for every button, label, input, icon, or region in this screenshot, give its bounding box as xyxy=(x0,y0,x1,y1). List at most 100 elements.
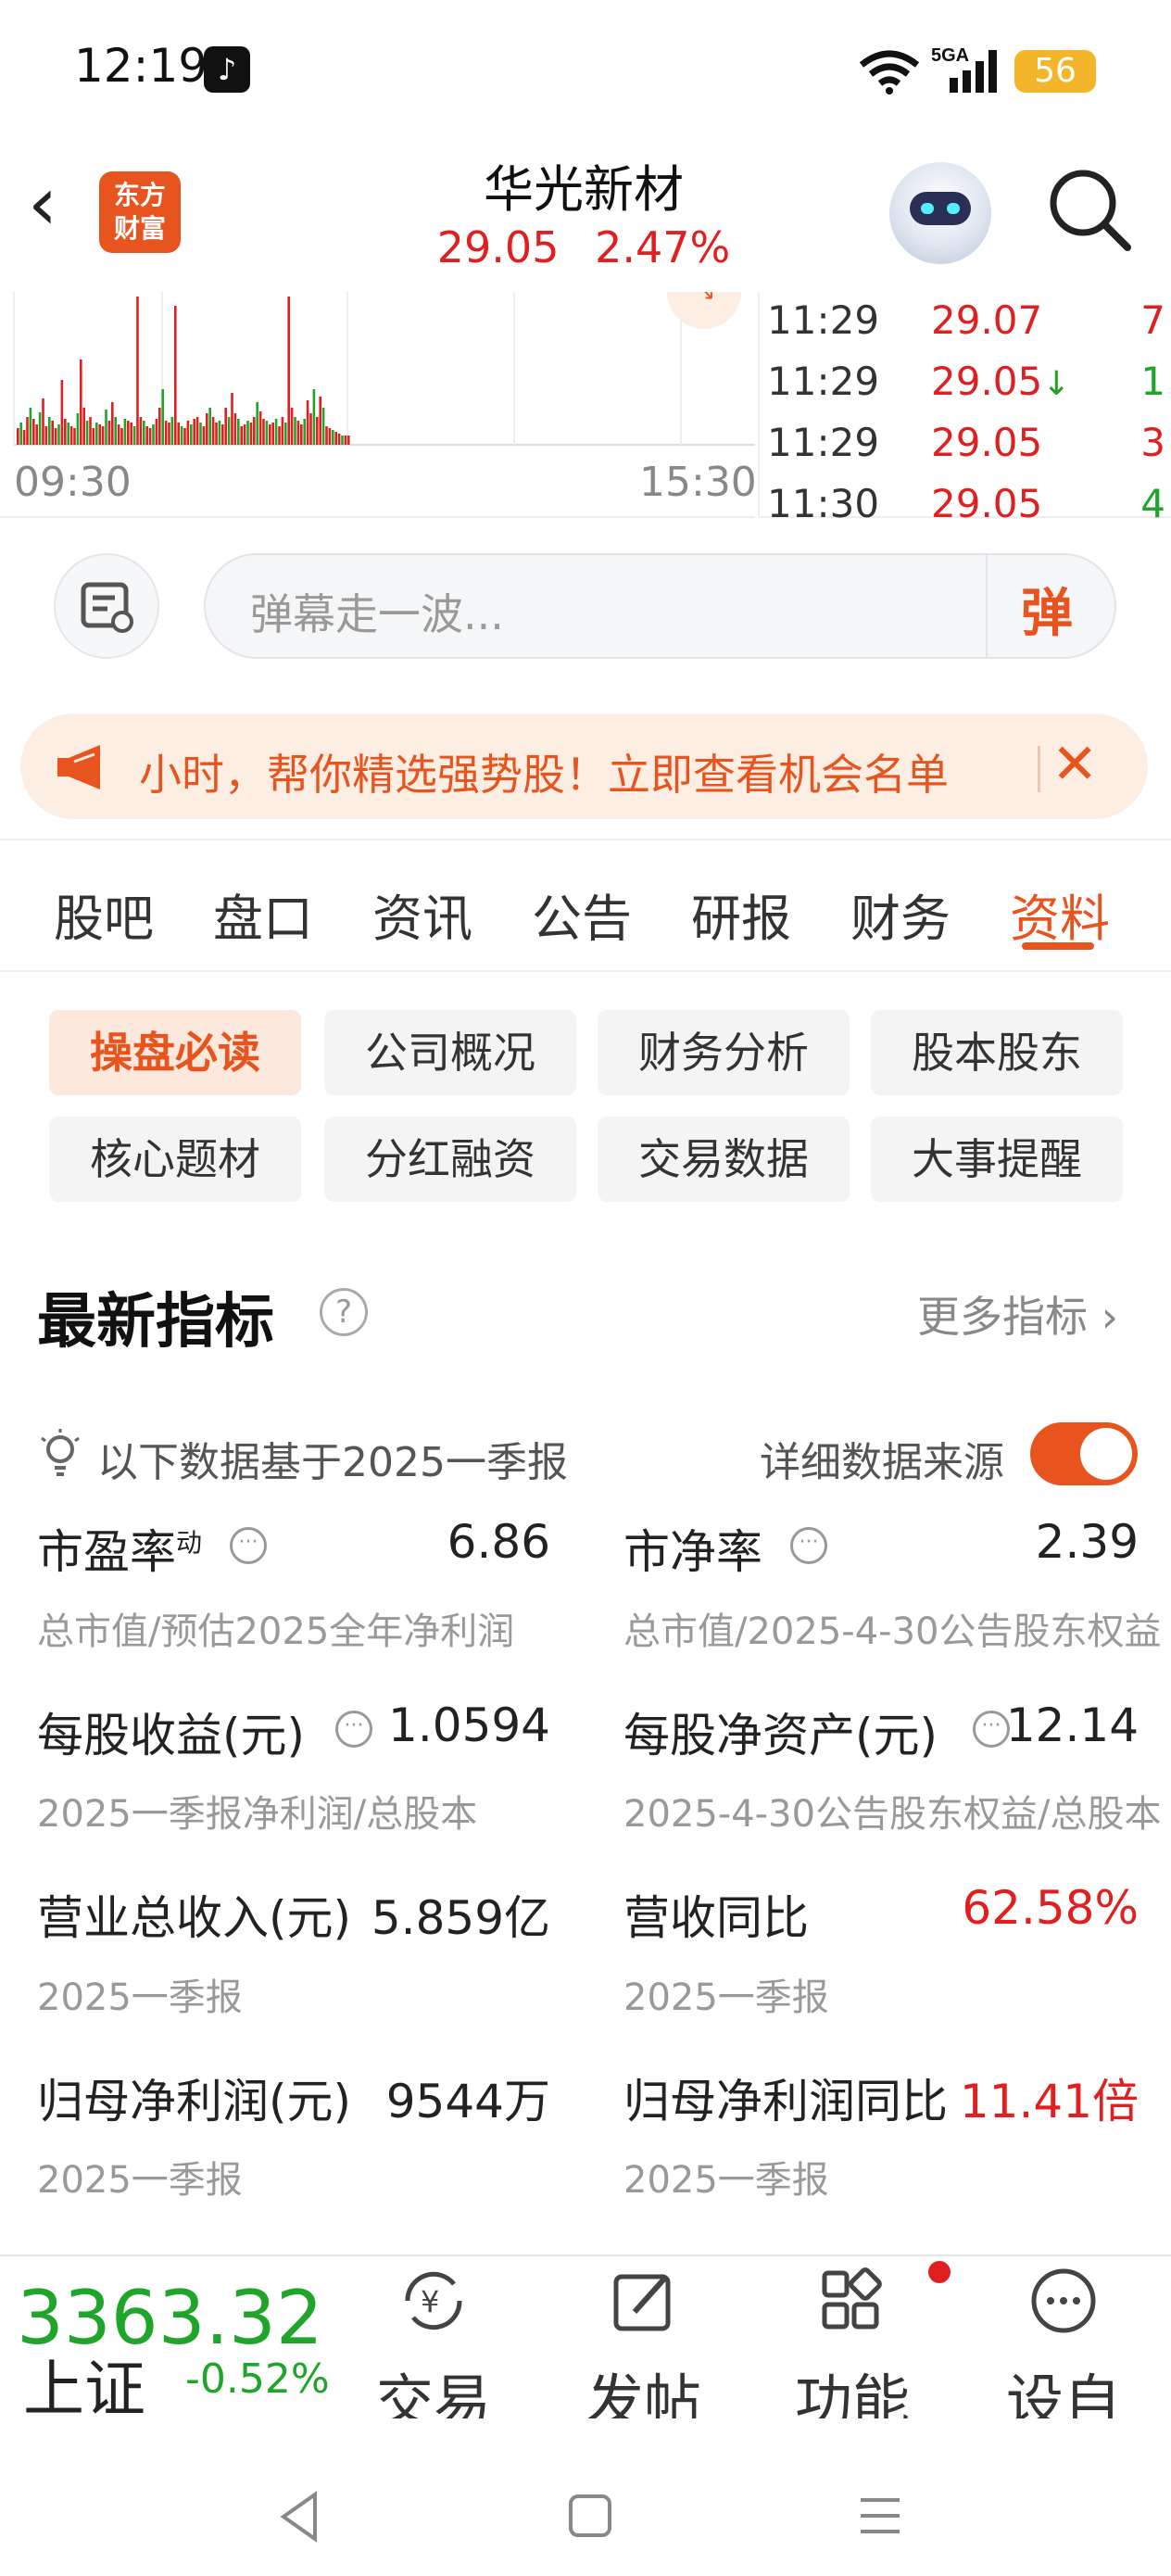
volume-bar xyxy=(89,417,92,445)
indicator-sub: 2025一季报 xyxy=(37,2159,243,2202)
indicator-sub: 总市值/预估2025全年净利润 xyxy=(37,1610,515,1653)
tick-volume: 4 xyxy=(1140,481,1165,526)
volume-bar xyxy=(51,421,54,445)
volume-bar xyxy=(249,423,253,445)
volume-bar xyxy=(101,426,105,445)
subtab-core-themes[interactable]: 核心题材 xyxy=(49,1117,301,1202)
tab-news[interactable]: 资讯 xyxy=(372,878,472,951)
indicator-sub: 2025一季报 xyxy=(623,1976,829,2019)
volume-bar xyxy=(161,389,164,445)
tick-time: 11:30 xyxy=(767,481,880,526)
volume-bar xyxy=(48,417,51,445)
more-dots-icon[interactable]: ··· xyxy=(790,1527,827,1564)
subtab-shareholders[interactable]: 股本股东 xyxy=(871,1010,1123,1095)
subtab-must-read[interactable]: 操盘必读 xyxy=(49,1010,301,1095)
volume-bar xyxy=(221,424,224,445)
volume-bar xyxy=(22,430,26,445)
tab-research[interactable]: 研报 xyxy=(691,878,791,951)
close-icon[interactable]: ✕ xyxy=(1051,732,1098,797)
volume-bar xyxy=(19,423,22,445)
stock-price: 29.05 xyxy=(436,222,560,272)
volume-bar xyxy=(67,423,69,445)
indicator-sub: 2025-4-30公告股东权益/总股本 xyxy=(623,1793,1162,1836)
volume-bar xyxy=(82,408,85,445)
tick-volume: 3 xyxy=(1140,420,1165,465)
volume-bar xyxy=(114,417,117,445)
indicator-label: 归母净利润(元) xyxy=(37,2075,352,2128)
more-indicators-link[interactable]: 更多指标 › xyxy=(917,1283,1118,1345)
index-name[interactable]: 上证 xyxy=(23,2340,145,2429)
tab-guba[interactable]: 股吧 xyxy=(54,878,154,951)
volume-bar xyxy=(334,432,337,445)
tick-time: 11:29 xyxy=(767,420,880,465)
system-back-icon[interactable] xyxy=(278,2491,321,2543)
volume-bar xyxy=(211,417,215,445)
nav-functions[interactable]: 功能 xyxy=(783,2264,922,2438)
volume-bar xyxy=(54,428,57,445)
volume-bar xyxy=(269,424,271,445)
indicator-value: 9544万 xyxy=(385,2075,550,2128)
back-icon[interactable]: ‹ xyxy=(28,167,83,246)
subtab-financial-analysis[interactable]: 财务分析 xyxy=(598,1010,850,1095)
megaphone-icon xyxy=(57,745,100,789)
index-change: -0.52% xyxy=(185,2355,330,2403)
system-menu-icon[interactable] xyxy=(857,2493,903,2539)
tick-price: 29.05↓ xyxy=(931,359,1071,404)
more-dots-icon[interactable]: ··· xyxy=(973,1711,1010,1748)
volume-bar xyxy=(294,417,296,445)
indicator-sub: 总市值/2025-4-30公告股东权益 xyxy=(623,1610,1162,1653)
edit-icon xyxy=(613,2274,671,2331)
volume-bar xyxy=(309,413,312,445)
volume-bar xyxy=(300,424,303,445)
tick-time: 11:29 xyxy=(767,359,880,404)
search-icon[interactable] xyxy=(1042,162,1135,255)
section-title: 最新指标 xyxy=(37,1288,274,1357)
trade-ticks-list[interactable]: 11:29 29.07 7 11:29 29.05↓ 1 11:29 29.05 3 11:30 2… xyxy=(758,292,1171,526)
indicator-value: 12.14 xyxy=(1005,1698,1139,1752)
trade-tick-row: 11:29 29.05 3 xyxy=(760,420,1171,481)
indicator-value: 1.0594 xyxy=(388,1698,550,1752)
tick-volume: 1 xyxy=(1140,359,1165,404)
tiktok-icon: ♪ xyxy=(204,46,250,93)
volume-bar xyxy=(168,423,170,445)
subtab-dividends[interactable]: 分红融资 xyxy=(324,1117,576,1202)
volume-bar xyxy=(240,426,243,445)
nav-post[interactable]: 发帖 xyxy=(574,2264,713,2438)
volume-bar xyxy=(274,419,278,445)
data-source-toggle[interactable] xyxy=(1030,1422,1138,1485)
volume-bar xyxy=(60,380,64,445)
assistant-robot-icon[interactable] xyxy=(889,162,991,264)
volume-bar xyxy=(290,408,294,445)
volume-bar xyxy=(193,419,195,445)
tab-profile[interactable]: 资料 xyxy=(1010,878,1110,951)
system-home-icon[interactable] xyxy=(567,2493,613,2539)
volume-bar xyxy=(319,397,321,445)
help-icon[interactable]: ? xyxy=(320,1288,368,1336)
subtab-company-overview[interactable]: 公司概况 xyxy=(324,1010,576,1095)
subtab-trading-data[interactable]: 交易数据 xyxy=(598,1117,850,1202)
tick-time: 11:29 xyxy=(767,297,880,343)
volume-bar xyxy=(341,436,344,445)
more-dots-icon[interactable]: ··· xyxy=(335,1711,372,1748)
volume-bar xyxy=(105,410,107,445)
stock-price-line: 29.05 2.47% xyxy=(371,222,797,272)
indicator-label: 归母净利润同比 xyxy=(623,2075,948,2128)
nav-trade[interactable]: ¥ 交易 xyxy=(364,2264,503,2438)
barrage-send-button[interactable]: 弹 xyxy=(986,555,1117,657)
status-bar: 12:19 ♪ 5GA 56 xyxy=(0,0,1171,139)
tab-finance[interactable]: 财务 xyxy=(850,878,951,951)
volume-chart[interactable]: ↘ 09:30 15:30 xyxy=(0,255,757,518)
barrage-settings-icon[interactable] xyxy=(54,553,159,659)
volume-bar xyxy=(233,413,237,445)
tab-pankou[interactable]: 盘口 xyxy=(213,878,313,951)
more-dots-icon[interactable]: ··· xyxy=(230,1527,267,1564)
app-logo[interactable]: 东方 财富 xyxy=(99,171,181,253)
volume-bar xyxy=(186,421,190,445)
subtab-events[interactable]: 大事提醒 xyxy=(871,1117,1123,1202)
indicator-label: 每股净资产(元) xyxy=(623,1709,938,1762)
indicator-value: 62.58% xyxy=(962,1881,1139,1935)
volume-bar xyxy=(152,424,155,445)
trade-tick-row: 11:30 29.05 4 xyxy=(760,481,1171,542)
barrage-placeholder: 弹幕走一波... xyxy=(250,589,504,639)
tab-announcements[interactable]: 公告 xyxy=(532,878,632,951)
